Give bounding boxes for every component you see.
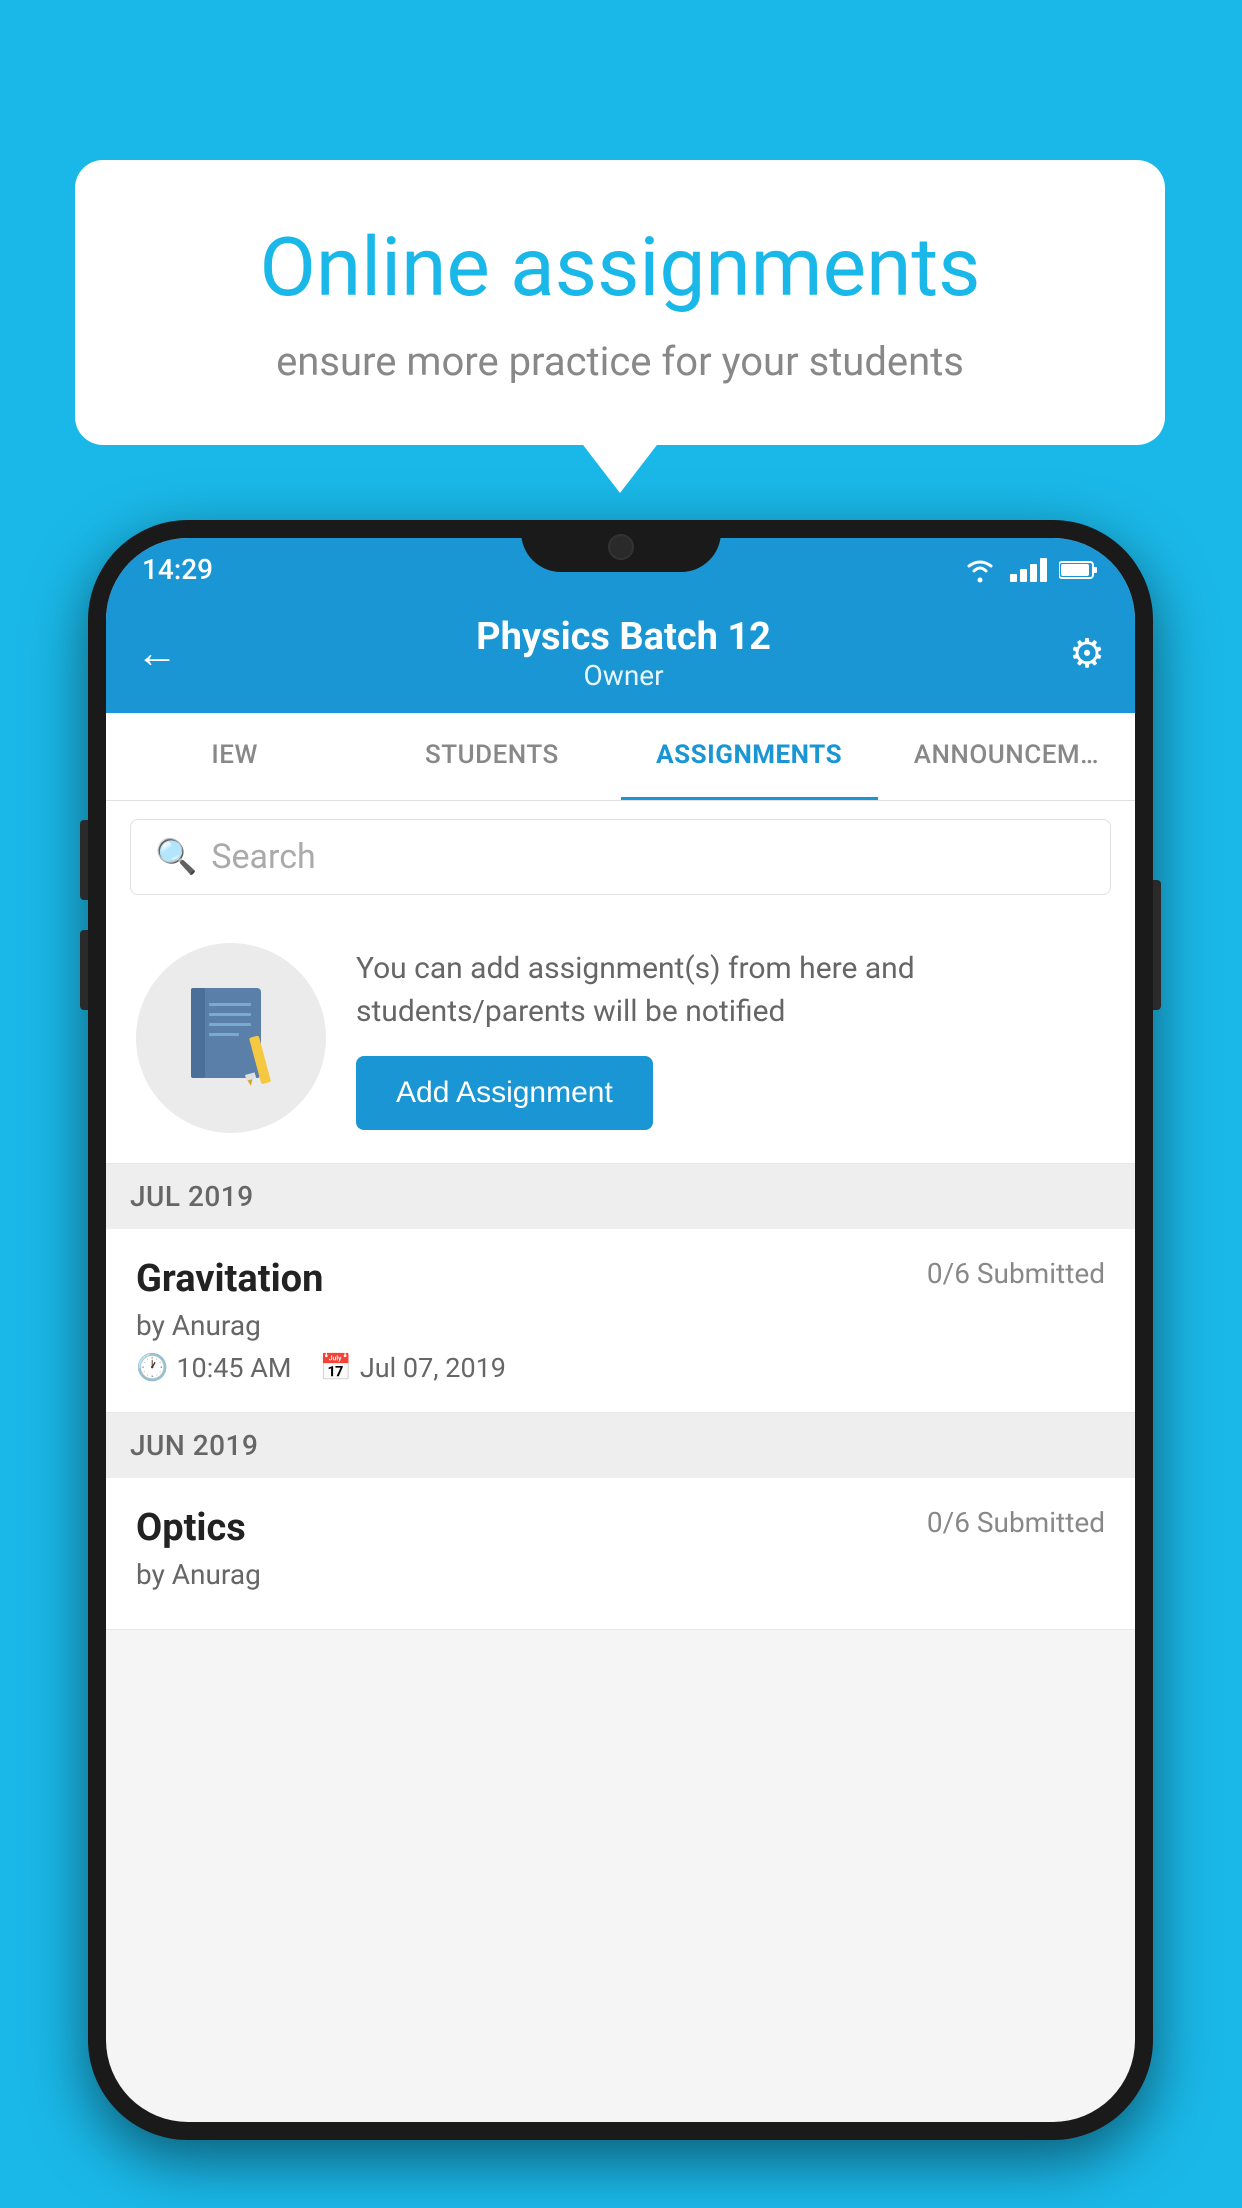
info-card: You can add assignment(s) from here and … [106, 913, 1135, 1164]
section-header-jul: JUL 2019 [106, 1164, 1135, 1229]
phone-notch [521, 520, 721, 572]
power-button [1153, 880, 1161, 1010]
app-header: ← Physics Batch 12 Owner ⚙ [106, 593, 1135, 713]
info-text-block: You can add assignment(s) from here and … [356, 947, 1105, 1130]
assignment-author: by Anurag [136, 1558, 1105, 1591]
battery-icon [1059, 559, 1099, 581]
assignment-top-row: Optics 0/6 Submitted [136, 1506, 1105, 1550]
notebook-icon-circle [136, 943, 326, 1133]
assignment-time: 🕐 10:45 AM [136, 1352, 292, 1384]
tab-students[interactable]: STUDENTS [363, 713, 620, 800]
tab-iew[interactable]: IEW [106, 713, 363, 800]
calendar-icon: 📅 [320, 1353, 352, 1383]
assignment-author: by Anurag [136, 1309, 1105, 1342]
volume-down-button [80, 930, 88, 1010]
status-icons [962, 557, 1099, 583]
search-bar[interactable]: 🔍 Search [130, 819, 1111, 895]
assignment-date: 📅 Jul 07, 2019 [320, 1352, 506, 1384]
search-container: 🔍 Search [106, 801, 1135, 913]
tab-assignments[interactable]: ASSIGNMENTS [621, 713, 878, 800]
header-center: Physics Batch 12 Owner [476, 615, 771, 692]
speech-bubble-container: Online assignments ensure more practice … [75, 160, 1165, 445]
add-assignment-button[interactable]: Add Assignment [356, 1056, 653, 1130]
assignment-top-row: Gravitation 0/6 Submitted [136, 1257, 1105, 1301]
settings-button[interactable]: ⚙ [1069, 630, 1105, 677]
assignment-submitted: 0/6 Submitted [927, 1506, 1105, 1539]
header-title: Physics Batch 12 [476, 615, 771, 659]
tab-announcements[interactable]: ANNOUNCEM… [878, 713, 1135, 800]
phone-outer: 14:29 [88, 520, 1153, 2140]
assignment-submitted: 0/6 Submitted [927, 1257, 1105, 1290]
assignment-title: Optics [136, 1506, 246, 1550]
assignment-title: Gravitation [136, 1257, 323, 1301]
phone-container: 14:29 [88, 520, 1153, 2140]
status-time: 14:29 [142, 553, 213, 586]
phone-screen: 14:29 [106, 538, 1135, 2122]
info-description: You can add assignment(s) from here and … [356, 947, 1105, 1034]
front-camera [608, 534, 634, 560]
tabs-bar: IEW STUDENTS ASSIGNMENTS ANNOUNCEM… [106, 713, 1135, 801]
assignment-meta: 🕐 10:45 AM 📅 Jul 07, 2019 [136, 1352, 1105, 1384]
back-button[interactable]: ← [136, 629, 178, 678]
search-input[interactable]: Search [211, 837, 315, 877]
signal-icon [1010, 558, 1047, 582]
wifi-icon [962, 557, 998, 583]
table-row[interactable]: Optics 0/6 Submitted by Anurag [106, 1478, 1135, 1630]
speech-bubble-subtitle: ensure more practice for your students [145, 338, 1095, 385]
clock-icon: 🕐 [136, 1353, 168, 1383]
speech-bubble: Online assignments ensure more practice … [75, 160, 1165, 445]
search-icon: 🔍 [155, 837, 197, 877]
volume-up-button [80, 820, 88, 900]
section-header-jun: JUN 2019 [106, 1413, 1135, 1478]
speech-bubble-title: Online assignments [145, 220, 1095, 316]
notebook-icon [181, 983, 281, 1093]
header-subtitle: Owner [476, 659, 771, 692]
table-row[interactable]: Gravitation 0/6 Submitted by Anurag 🕐 10… [106, 1229, 1135, 1413]
